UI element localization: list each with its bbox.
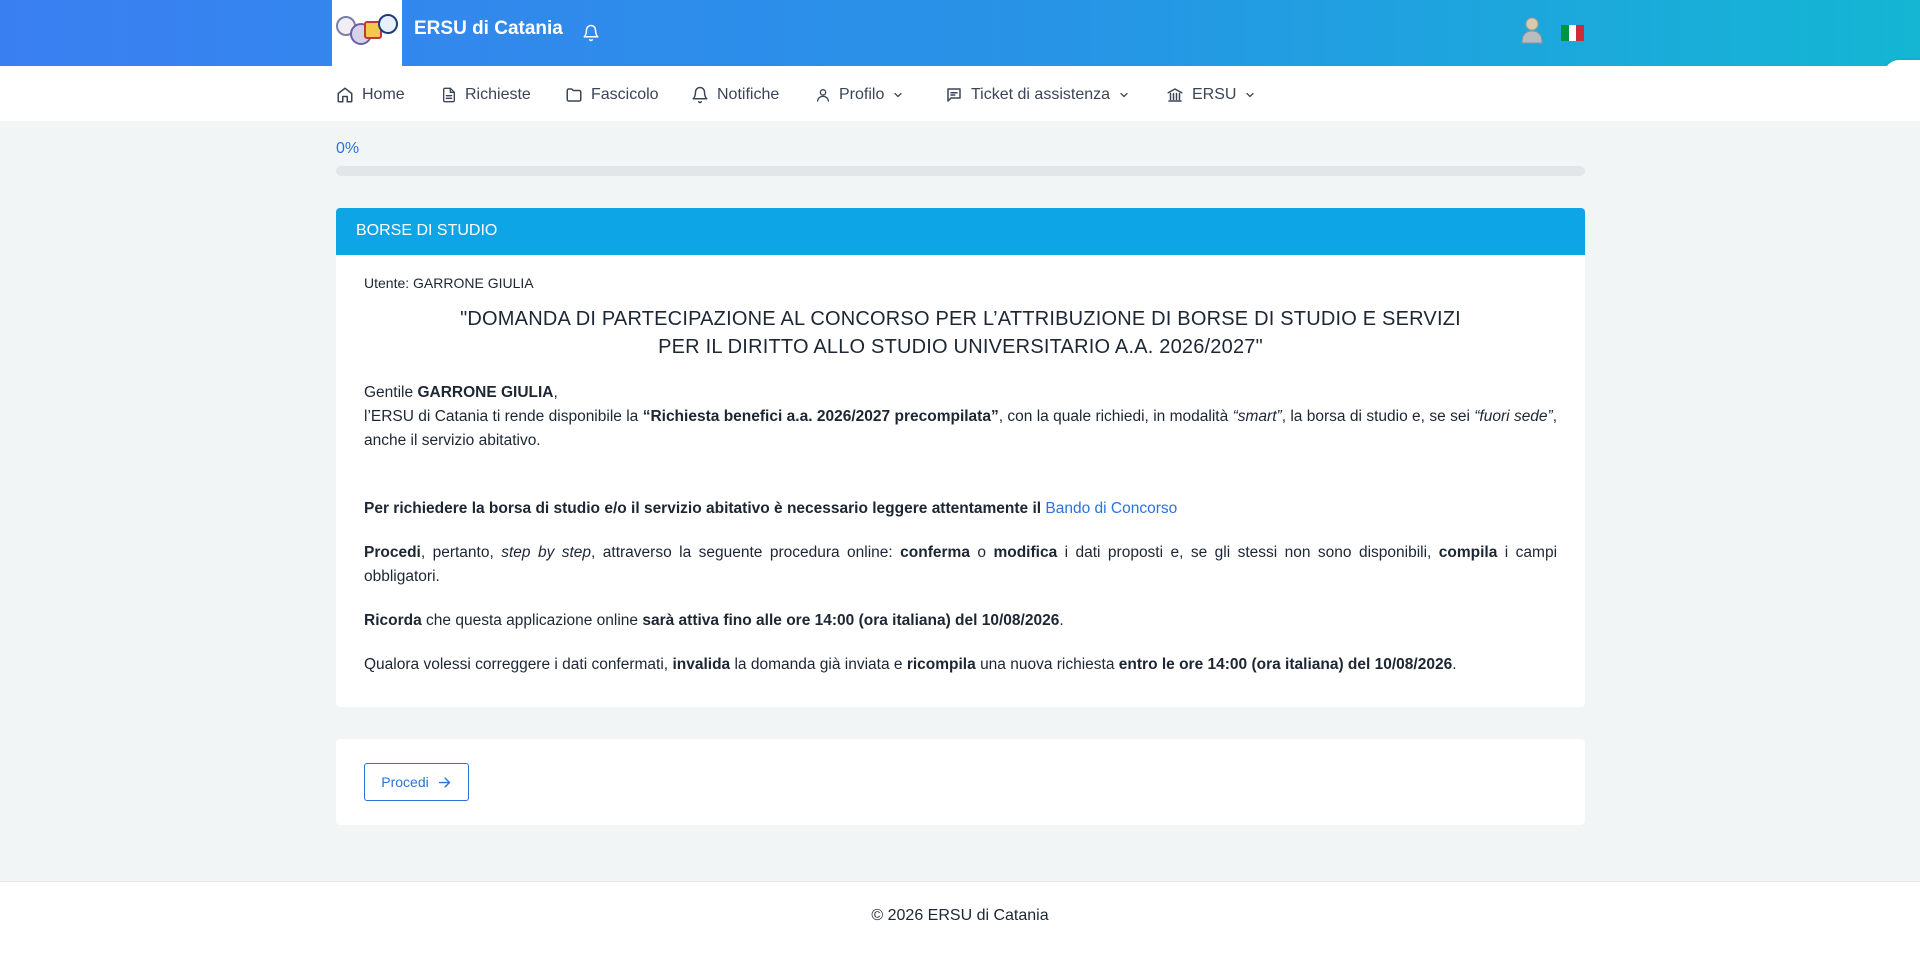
intro-text: , con la quale richiedi, in modalità	[998, 408, 1229, 425]
folder-icon	[566, 88, 582, 102]
utente-name: GARRONE GIULIA	[413, 275, 534, 291]
home-icon	[337, 87, 353, 103]
ersu-logo[interactable]	[332, 0, 402, 66]
greeting-prefix: Gentile	[364, 384, 414, 401]
user-icon	[817, 89, 829, 102]
qualora-text: Qualora volessi correggere i dati confer…	[364, 656, 669, 673]
intro-italic: “smart”	[1232, 408, 1282, 425]
user-avatar-icon[interactable]	[1521, 16, 1543, 48]
ricorda-text: .	[1059, 612, 1064, 629]
nav-item-fascicolo[interactable]: Fascicolo	[565, 84, 659, 106]
qualora-bold: ricompila	[906, 656, 976, 673]
nav-item-ticket-di-assistenza[interactable]: Ticket di assistenza	[945, 84, 1130, 106]
utente-line: Utente: GARRONE GIULIA	[364, 271, 1557, 295]
procedi-italic: step by step	[501, 544, 592, 561]
procedi-text: i dati proposti e, se gli stessi non son…	[1064, 544, 1432, 561]
nav-item-notifiche[interactable]: Notifiche	[691, 84, 779, 106]
intro-text: , la borsa di studio e, se sei	[1281, 408, 1470, 425]
procedi-paragraph: Procedi, pertanto, step by step, attrave…	[364, 541, 1557, 589]
procedi-text: , pertanto,	[420, 544, 494, 561]
nav-item-label: Home	[362, 86, 405, 103]
nav-item-ersu[interactable]: ERSU	[1166, 84, 1256, 106]
main-navigation: Home Richieste Fascicolo Notifiche Profi…	[0, 66, 1920, 121]
nav-item-label: Ticket di assistenza	[971, 86, 1111, 103]
greeting-paragraph: Gentile GARRONE GIULIA, l’ERSU di Catani…	[364, 381, 1557, 453]
qualora-text: la domanda già inviata e	[734, 656, 903, 673]
qualora-text: .	[1452, 656, 1457, 673]
qualora-bold: entro le ore 14:00 (ora italiana) del 10…	[1118, 656, 1453, 673]
bando-text: Per richiedere la borsa di studio e/o il…	[364, 500, 1042, 517]
top-header: ERSU di Catania	[0, 0, 1920, 90]
qualora-bold: invalida	[672, 656, 731, 673]
chat-icon	[947, 88, 961, 102]
procedi-text: o	[977, 544, 987, 561]
procedi-bold: Procedi	[364, 544, 421, 561]
page-title: "DOMANDA DI PARTECIPAZIONE AL CONCORSO P…	[364, 305, 1557, 361]
title-line-2: PER IL DIRITTO ALLO STUDIO UNIVERSITARIO…	[658, 336, 1263, 358]
document-icon	[443, 87, 455, 103]
nav-item-label: Fascicolo	[591, 86, 659, 103]
nav-item-profilo[interactable]: Profilo	[815, 84, 904, 106]
chevron-down-icon	[1120, 92, 1128, 98]
progress-label: 0%	[336, 140, 360, 157]
intro-italic: “fuori sede”	[1474, 408, 1553, 425]
arrow-right-icon	[438, 776, 450, 788]
bell-icon	[692, 86, 708, 104]
nav-item-richieste[interactable]: Richieste	[441, 84, 531, 106]
footer: © 2026 ERSU di Catania	[0, 881, 1920, 953]
ricorda-text: che questa applicazione online	[426, 612, 639, 629]
bank-icon	[1167, 88, 1183, 102]
chevron-down-icon	[1246, 92, 1255, 98]
nav-item-home[interactable]: Home	[336, 84, 405, 106]
greeting-name: GARRONE GIULIA	[417, 384, 554, 401]
chevron-down-icon	[894, 92, 902, 98]
procedi-bold: modifica	[993, 544, 1058, 561]
procedi-bold: conferma	[900, 544, 970, 561]
bando-paragraph: Per richiedere la borsa di studio e/o il…	[364, 497, 1557, 521]
borse-di-studio-card: BORSE DI STUDIO Utente: GARRONE GIULIA "…	[336, 208, 1585, 707]
utente-label: Utente:	[364, 275, 410, 291]
actions-card: Procedi	[336, 739, 1585, 825]
italian-flag-icon[interactable]	[1561, 25, 1585, 41]
procedi-bold: compila	[1438, 544, 1498, 561]
intro-text: l’ERSU di Catania ti rende disponibile l…	[364, 408, 639, 425]
ricorda-paragraph: Ricorda che questa applicazione online s…	[364, 609, 1557, 633]
title-line-1: "DOMANDA DI PARTECIPAZIONE AL CONCORSO P…	[460, 308, 1461, 330]
qualora-text: una nuova richiesta	[980, 656, 1115, 673]
nav-item-label: Notifiche	[717, 86, 780, 103]
nav-item-label: ERSU	[1192, 86, 1237, 103]
brand-title[interactable]: ERSU di Catania	[414, 18, 563, 40]
bando-di-concorso-link[interactable]: Bando di Concorso	[1045, 500, 1177, 517]
procedi-text: , attraverso la seguente procedura onlin…	[591, 544, 893, 561]
ricorda-bold: sarà attiva fino alle ore 14:00 (ora ita…	[642, 612, 1060, 629]
progress-bar	[336, 166, 1585, 176]
qualora-paragraph: Qualora volessi correggere i dati confer…	[364, 653, 1557, 677]
nav-item-label: Profilo	[839, 86, 885, 103]
intro-bold: “Richiesta benefici a.a. 2026/2027 preco…	[642, 408, 999, 425]
ricorda-bold: Ricorda	[364, 612, 422, 629]
nav-item-label: Richieste	[465, 86, 531, 103]
bell-icon[interactable]	[582, 23, 600, 47]
footer-copyright: © 2026 ERSU di Catania	[871, 907, 1049, 924]
card-header: BORSE DI STUDIO	[336, 208, 1585, 255]
logo-emblem-icon	[334, 13, 400, 53]
procedi-button-label: Procedi	[381, 774, 429, 790]
card-body: Utente: GARRONE GIULIA "DOMANDA DI PARTE…	[336, 255, 1585, 677]
greeting-suffix: ,	[553, 384, 558, 401]
procedi-button[interactable]: Procedi	[364, 763, 469, 801]
